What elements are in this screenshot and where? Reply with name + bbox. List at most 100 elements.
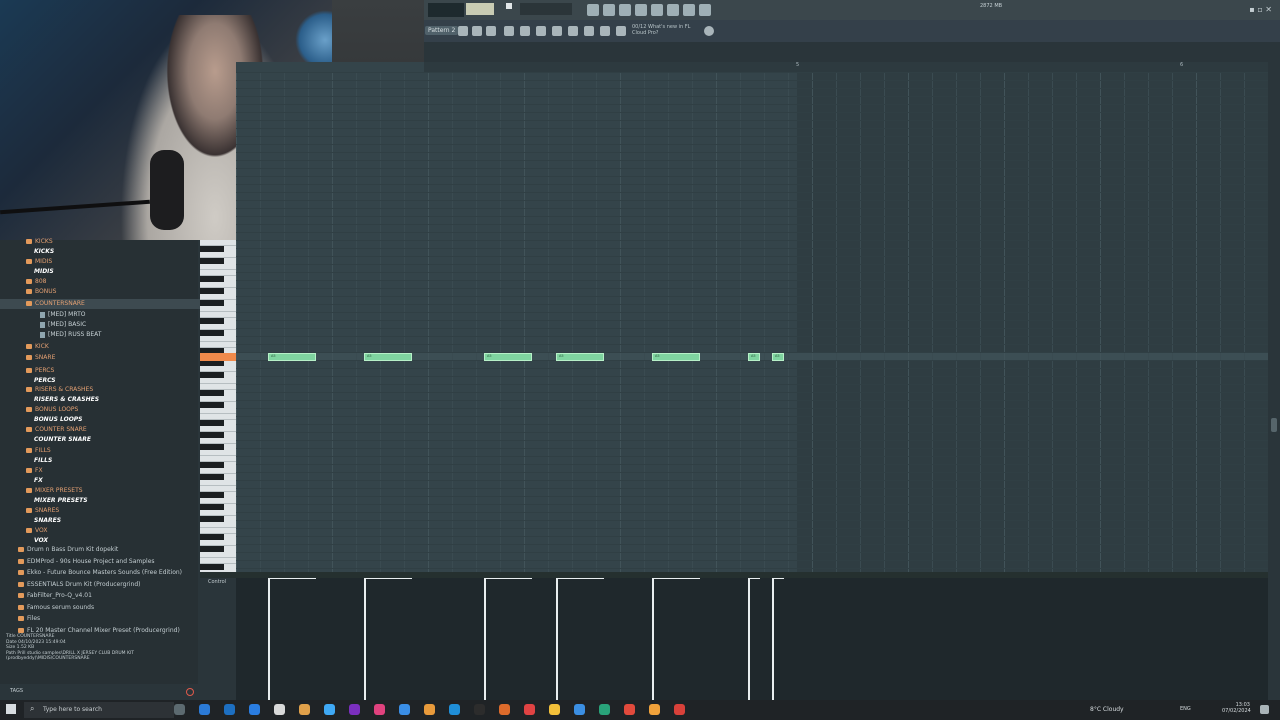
browser-item[interactable]: KICKS — [0, 247, 54, 257]
taskbar-app-icon[interactable] — [574, 704, 585, 715]
scissors-icon[interactable] — [603, 4, 615, 16]
search-icon[interactable] — [186, 688, 194, 696]
tempo-display[interactable] — [466, 3, 494, 15]
magnet-icon[interactable] — [472, 26, 482, 36]
language-indicator[interactable]: ENG — [1180, 706, 1191, 712]
velocity-bar[interactable] — [748, 578, 750, 700]
browser-item[interactable]: KICK — [0, 342, 49, 352]
taskbar-app-icon[interactable] — [399, 704, 410, 715]
taskbar-app-icon[interactable] — [674, 704, 685, 715]
taskbar-app-icon[interactable] — [474, 704, 485, 715]
browser-item[interactable]: BONUS — [0, 287, 56, 297]
select-icon[interactable] — [584, 26, 594, 36]
paint-icon[interactable] — [520, 26, 530, 36]
browser-item[interactable]: COUNTERSNARE — [0, 299, 224, 309]
black-key[interactable] — [200, 504, 224, 510]
black-key[interactable] — [200, 258, 224, 264]
window-controls[interactable]: ▪ ▫ ✕ — [1249, 5, 1272, 14]
piano-keyboard[interactable] — [200, 240, 236, 576]
velocity-bar[interactable] — [652, 578, 654, 700]
browser-item[interactable]: BONUS LOOPS — [0, 415, 83, 425]
taskbar-app-icon[interactable] — [274, 704, 285, 715]
browser-item[interactable]: [MED] BASIC — [0, 320, 86, 330]
start-icon[interactable] — [6, 704, 16, 714]
system-clock[interactable]: 13:03 07/02/2024 — [1222, 702, 1251, 714]
velocity-bar[interactable] — [484, 578, 486, 700]
taskbar-app-icon[interactable] — [324, 704, 335, 715]
control-label[interactable]: Control — [208, 579, 226, 585]
taskbar-app-icon[interactable] — [499, 704, 510, 715]
browser-item[interactable]: KICKS — [0, 237, 53, 247]
slice-icon[interactable] — [568, 26, 578, 36]
velocity-lane[interactable] — [236, 578, 1268, 700]
taskbar-app-icon[interactable] — [524, 704, 535, 715]
taskbar-app-icon[interactable] — [449, 704, 460, 715]
black-key[interactable] — [200, 420, 224, 426]
browser-item[interactable]: ESSENTIALS Drum Kit (Producergrind) — [0, 580, 141, 590]
browser-item[interactable]: [MED] MRTO — [0, 310, 85, 320]
midi-note[interactable]: A5 — [268, 353, 316, 361]
browser-item[interactable]: BONUS LOOPS — [0, 405, 78, 415]
mixer-icon[interactable] — [667, 4, 679, 16]
black-key[interactable] — [200, 300, 224, 306]
velocity-bar[interactable] — [364, 578, 366, 700]
taskbar-app-icon[interactable] — [649, 704, 660, 715]
browser-item[interactable]: MIXER PRESETS — [0, 496, 88, 506]
velocity-bar[interactable] — [556, 578, 558, 700]
browser-item[interactable]: RISERS & CRASHES — [0, 395, 99, 405]
midi-note[interactable]: A5 — [748, 353, 760, 361]
active-piano-key[interactable] — [200, 353, 236, 361]
stop-button[interactable] — [506, 3, 512, 9]
mute-icon[interactable] — [552, 26, 562, 36]
taskbar-app-icon[interactable] — [599, 704, 610, 715]
velocity-bar[interactable] — [772, 578, 774, 700]
black-key[interactable] — [200, 276, 224, 282]
cloud-icon[interactable] — [704, 26, 714, 36]
browser-item[interactable]: FX — [0, 466, 43, 476]
browser-item[interactable]: Files — [0, 614, 40, 624]
save-icon[interactable] — [651, 4, 663, 16]
browser-item[interactable]: FILLS — [0, 456, 52, 466]
browser-item[interactable]: 808 — [0, 277, 46, 287]
pc-icon[interactable] — [587, 4, 599, 16]
pattern-selector[interactable]: Pattern 2 — [425, 26, 459, 35]
black-key[interactable] — [200, 462, 224, 468]
browser-item[interactable]: FILLS — [0, 446, 51, 456]
midi-note[interactable]: A5 — [652, 353, 700, 361]
taskbar-app-icon[interactable] — [299, 704, 310, 715]
black-key[interactable] — [200, 546, 224, 552]
browser-item[interactable]: FabFilter_Pro-Q_v4.01 — [0, 591, 92, 601]
black-key[interactable] — [200, 474, 224, 480]
browser-item[interactable]: Famous serum sounds — [0, 603, 94, 613]
browser-item[interactable]: PERCS — [0, 366, 54, 376]
taskbar-app-icon[interactable] — [349, 704, 360, 715]
browser-item[interactable]: MIDIS — [0, 267, 54, 277]
tools-icon[interactable] — [486, 26, 496, 36]
tags-label[interactable]: TAGS — [10, 688, 23, 694]
help-icon[interactable] — [635, 4, 647, 16]
browser-item[interactable]: MIXER PRESETS — [0, 486, 83, 496]
download-icon[interactable] — [699, 4, 711, 16]
playback-icon[interactable] — [616, 26, 626, 36]
midi-note[interactable]: A5 — [556, 353, 604, 361]
black-key[interactable] — [200, 534, 224, 540]
taskbar-app-icon[interactable] — [199, 704, 210, 715]
black-key[interactable] — [200, 492, 224, 498]
black-key[interactable] — [200, 516, 224, 522]
browser-item[interactable]: COUNTER SNARE — [0, 435, 91, 445]
taskbar-app-icon[interactable] — [249, 704, 260, 715]
browser-item[interactable]: VOX — [0, 526, 47, 536]
browser-item[interactable]: MIDIS — [0, 257, 52, 267]
browser-item[interactable]: COUNTER SNARE — [0, 425, 87, 435]
browser-item[interactable]: RISERS & CRASHES — [0, 385, 93, 395]
black-key[interactable] — [200, 318, 224, 324]
browser-item[interactable]: [MED] RUSS BEAT — [0, 330, 101, 340]
vertical-scrollbar[interactable] — [1268, 62, 1280, 700]
taskbar-app-icon[interactable] — [224, 704, 235, 715]
draw-icon[interactable] — [504, 26, 514, 36]
black-key[interactable] — [200, 564, 224, 570]
zoom-icon[interactable] — [600, 26, 610, 36]
taskbar-app-icon[interactable] — [549, 704, 560, 715]
notification-icon[interactable] — [1260, 705, 1269, 714]
delete-icon[interactable] — [536, 26, 546, 36]
